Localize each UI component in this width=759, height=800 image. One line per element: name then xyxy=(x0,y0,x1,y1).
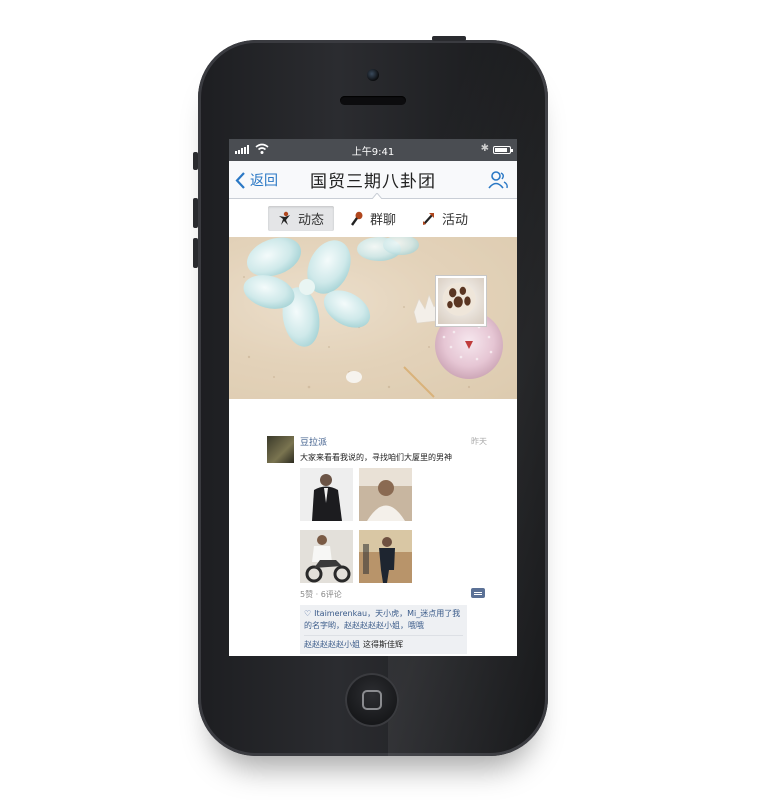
comment-author[interactable]: 赵赵赵赵赵小姐 xyxy=(304,640,360,649)
bluetooth-icon: ✱ xyxy=(480,143,489,154)
chevron-left-icon xyxy=(235,171,245,189)
wifi-icon xyxy=(255,143,269,154)
tab-label: 活动 xyxy=(442,212,469,228)
latte-art-image xyxy=(442,282,476,316)
tab-group-chat[interactable]: 群聊 xyxy=(340,206,406,231)
likes-row: ♡ Itaimerenkau，天小虎，Mi_迷点用了我的名字哟，赵赵赵赵赵小姐，哦… xyxy=(304,608,463,636)
front-camera xyxy=(367,69,379,81)
earpiece-speaker xyxy=(340,96,406,105)
volume-down-button xyxy=(193,238,198,268)
back-button[interactable]: 返回 xyxy=(235,170,278,190)
man-on-motorcycle-photo xyxy=(300,530,353,583)
comments-box: ♡ Itaimerenkau，天小虎，Mi_迷点用了我的名字哟，赵赵赵赵赵小姐，哦… xyxy=(300,605,467,654)
photo-thumbnail[interactable] xyxy=(300,530,353,583)
battery-icon xyxy=(493,146,513,154)
photo-grid xyxy=(300,468,414,583)
man-in-suit-photo xyxy=(300,468,353,521)
author-name[interactable]: 豆拉派 xyxy=(300,435,327,448)
photo-thumbnail[interactable] xyxy=(359,530,412,583)
likes-comments-count: 5赞 · 6评论 xyxy=(300,590,342,599)
tab-feed[interactable]: 动态 xyxy=(267,205,334,231)
tab-activities[interactable]: 活动 xyxy=(412,206,478,231)
navigation-bar: 返回 国贸三期八卦团 xyxy=(229,161,517,199)
photo-thumbnail[interactable] xyxy=(300,468,353,521)
mute-switch xyxy=(193,152,198,170)
status-time: 上午9:41 xyxy=(351,146,395,158)
mic-icon xyxy=(351,211,363,226)
heart-icon: ♡ xyxy=(304,609,312,618)
page-title: 国贸三期八卦团 xyxy=(310,172,436,192)
tab-label: 群聊 xyxy=(369,212,396,228)
man-portrait-photo xyxy=(359,468,412,521)
arrow-icon xyxy=(423,212,434,225)
likes-list[interactable]: Itaimerenkau，天小虎，Mi_迷点用了我的名字哟，赵赵赵赵赵小姐，哦哦 xyxy=(304,609,460,630)
app-screen: 上午9:41 ✱ 返回 国贸三期八卦团 动态 群聊 活动 豆拉派 昨天 大家来看… xyxy=(229,139,517,656)
status-bar: 上午9:41 ✱ xyxy=(229,139,517,161)
man-walking-photo xyxy=(359,530,412,583)
photo-thumbnail[interactable] xyxy=(359,468,412,521)
home-square-icon xyxy=(362,690,382,710)
power-button xyxy=(432,36,466,41)
tab-bar: 动态 群聊 活动 xyxy=(229,199,517,237)
back-label: 返回 xyxy=(250,173,278,189)
caret-up-icon xyxy=(372,193,382,199)
tab-label: 动态 xyxy=(297,212,324,228)
post-text: 大家来看看我说的，寻找咱们大厦里的男神 xyxy=(300,453,452,462)
members-icon[interactable] xyxy=(487,169,509,191)
comment-button[interactable] xyxy=(471,588,485,598)
post-time: 昨天 xyxy=(471,437,487,446)
author-avatar[interactable] xyxy=(267,436,294,463)
comment-text: 这得斯佳辉 xyxy=(363,640,403,649)
comment-item: 赵赵赵赵赵小姐 这得斯佳辉 xyxy=(304,636,463,651)
group-avatar[interactable] xyxy=(436,276,486,326)
signal-icon xyxy=(235,145,249,154)
person-icon xyxy=(278,211,290,225)
volume-up-button xyxy=(193,198,198,228)
